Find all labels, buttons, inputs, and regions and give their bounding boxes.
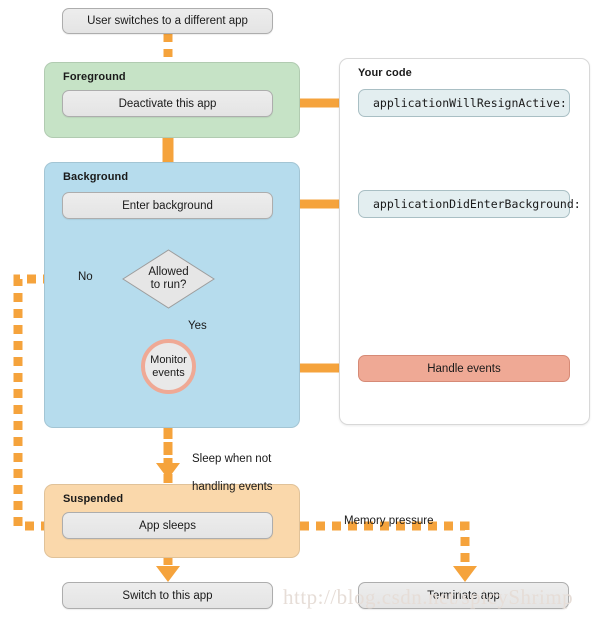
node-app-sleeps[interactable]: App sleeps: [62, 512, 273, 539]
node-enter-background[interactable]: Enter background: [62, 192, 273, 219]
node-user-switches-to-different-app[interactable]: User switches to a different app: [62, 8, 273, 34]
watermark: http://blog.csdn.net/spicyShrimp: [283, 585, 573, 610]
edge-memory-pressure-to-terminate: [300, 521, 477, 582]
node-decision-allowed-to-run[interactable]: Allowed to run?: [122, 249, 215, 309]
edge-label-yes: Yes: [188, 305, 207, 333]
code-label: applicationDidEnterBackground:: [373, 197, 581, 211]
edge-label-yes-text: Yes: [188, 320, 207, 332]
edge-label-sleep-when-not-handling-events: Sleep when not handling events: [192, 438, 273, 508]
node-label: Deactivate this app: [118, 97, 217, 110]
monitor-events-line1: Monitor: [150, 353, 187, 366]
panel-your-code-title: Your code: [358, 67, 412, 79]
node-label: Switch to this app: [122, 589, 213, 602]
sleep-label-line2: handling events: [192, 481, 273, 493]
monitor-events-line2: events: [152, 366, 185, 379]
decision-label: Allowed to run?: [148, 266, 188, 292]
node-application-did-enter-background[interactable]: applicationDidEnterBackground:: [358, 190, 581, 218]
edge-background-to-suspended: [156, 430, 180, 479]
node-application-will-resign-active[interactable]: applicationWillResignActive:: [358, 89, 570, 117]
edge-label-memory-pressure-text: Memory pressure: [344, 515, 434, 527]
panel-foreground-title: Foreground: [63, 71, 126, 83]
node-label: User switches to a different app: [87, 15, 248, 27]
node-monitor-events[interactable]: Monitor events: [141, 339, 196, 394]
node-deactivate-this-app[interactable]: Deactivate this app: [62, 90, 273, 117]
code-label: applicationWillResignActive:: [373, 96, 567, 110]
edge-label-no-text: No: [78, 271, 93, 283]
edge-label-no: No: [78, 256, 93, 284]
node-label: Handle events: [427, 362, 501, 375]
decision-label-line2: to run?: [150, 279, 187, 291]
panel-suspended-title: Suspended: [63, 493, 124, 505]
node-label: Enter background: [122, 199, 213, 212]
node-handle-events[interactable]: Handle events: [358, 355, 570, 382]
sleep-label-line1: Sleep when not: [192, 453, 272, 465]
diagram-canvas: Foreground Background Suspended Your cod…: [0, 0, 611, 621]
panel-background-title: Background: [63, 171, 129, 183]
decision-label-line1: Allowed: [148, 266, 189, 278]
edge-label-memory-pressure: Memory pressure: [344, 500, 433, 528]
watermark-text: http://blog.csdn.net/spicyShrimp: [283, 585, 574, 609]
node-label: App sleeps: [139, 519, 196, 532]
monitor-events-label: Monitor events: [150, 354, 187, 380]
node-switch-to-this-app[interactable]: Switch to this app: [62, 582, 273, 609]
